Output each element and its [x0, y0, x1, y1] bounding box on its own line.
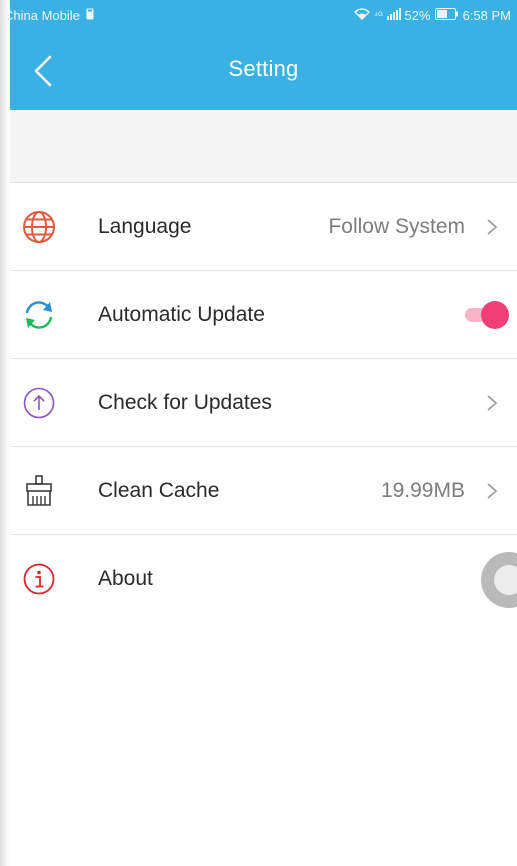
network-type-label: ⁴ᴳ [374, 10, 383, 20]
empty-content-area [10, 622, 517, 866]
upload-arrow-icon [22, 386, 56, 420]
app-bar: Setting [10, 30, 517, 110]
header-spacer [10, 110, 517, 183]
settings-list: Language Follow System Automatic Update [10, 183, 517, 624]
status-right: ⁴ᴳ 52% 6:58 PM [354, 7, 511, 23]
setting-check-updates-label: Check for Updates [98, 390, 272, 414]
wifi-icon [354, 7, 371, 23]
cache-size-value: 19.99MB [380, 478, 465, 502]
broom-icon [22, 474, 56, 508]
setting-clean-cache-label: Clean Cache [98, 478, 220, 502]
signal-bars-icon [386, 7, 401, 23]
sim-card-icon [86, 8, 94, 23]
setting-language-value: Follow System [328, 214, 465, 238]
chevron-right-icon [485, 218, 499, 236]
setting-automatic-update-label: Automatic Update [98, 302, 265, 326]
toggle-knob [481, 300, 509, 329]
battery-percent: 52% [404, 7, 431, 23]
info-icon [22, 562, 56, 596]
carrier-label: China Mobile [4, 7, 80, 23]
setting-language[interactable]: Language Follow System [10, 183, 517, 271]
setting-about-label: About [98, 566, 153, 590]
setting-language-label: Language [98, 214, 192, 238]
setting-check-updates[interactable]: Check for Updates [10, 359, 517, 447]
status-bar: China Mobile ⁴ᴳ 52% 6:58 PM [4, 0, 517, 30]
setting-automatic-update: Automatic Update [10, 271, 517, 359]
globe-icon [22, 210, 56, 244]
automatic-update-toggle[interactable] [465, 300, 509, 329]
status-left: China Mobile [4, 8, 94, 23]
left-edge-shadow [0, 0, 10, 866]
sync-icon [22, 298, 56, 332]
settings-screen: China Mobile ⁴ᴳ 52% 6:58 PM Setting Lang… [0, 0, 517, 866]
page-title: Setting [228, 56, 299, 81]
chevron-right-icon [485, 394, 499, 412]
battery-icon [434, 7, 459, 23]
setting-clean-cache[interactable]: Clean Cache 19.99MB [10, 447, 517, 535]
clock: 6:58 PM [462, 7, 511, 23]
setting-about[interactable]: About [10, 535, 517, 624]
chevron-right-icon [485, 482, 499, 500]
floating-button-inner [494, 565, 517, 595]
